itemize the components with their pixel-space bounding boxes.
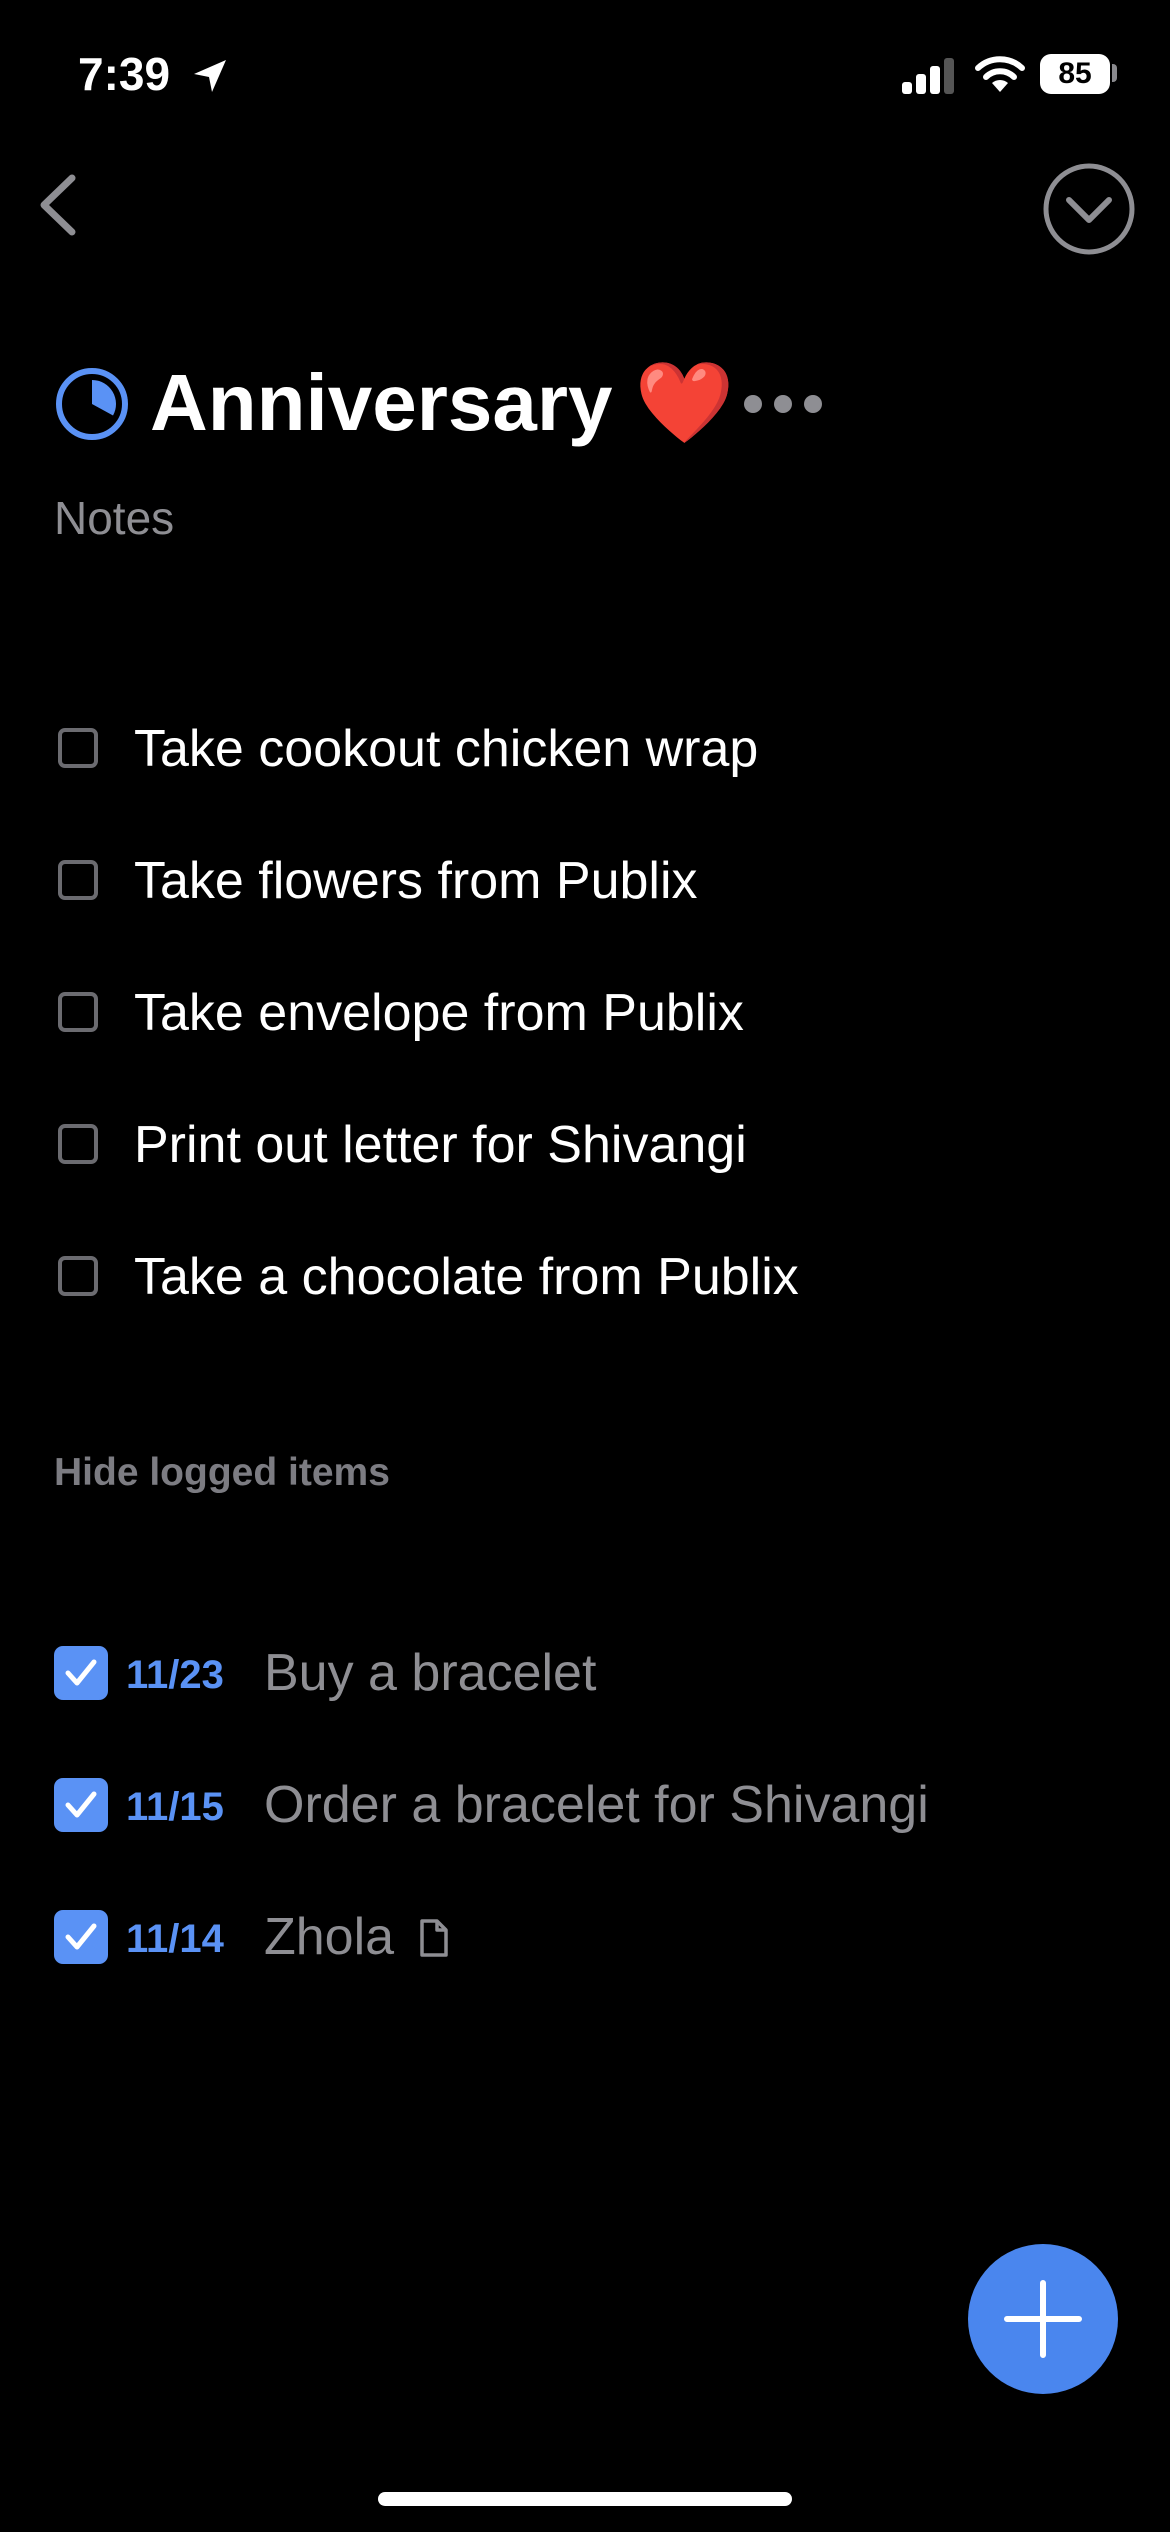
checkbox[interactable] bbox=[58, 860, 98, 900]
note-icon bbox=[420, 1919, 448, 1957]
todo-item[interactable]: Print out letter for Shivangi bbox=[54, 1100, 1114, 1190]
checkbox[interactable] bbox=[58, 728, 98, 768]
todo-label: Print out letter for Shivangi bbox=[134, 1116, 747, 1174]
checkmark-icon bbox=[65, 1923, 97, 1950]
checkbox[interactable] bbox=[58, 992, 98, 1032]
back-button[interactable] bbox=[34, 170, 84, 240]
location-arrow-icon bbox=[194, 60, 226, 92]
checkbox[interactable] bbox=[58, 1124, 98, 1164]
cellular-signal-icon bbox=[902, 58, 954, 94]
todo-item[interactable]: Take a chocolate from Publix bbox=[54, 1232, 1114, 1322]
home-indicator bbox=[378, 2492, 792, 2506]
todo-label: Take cookout chicken wrap bbox=[134, 720, 759, 778]
project-title[interactable]: Anniversary ❤️ bbox=[150, 358, 734, 448]
logged-label: Buy a bracelet bbox=[264, 1644, 597, 1702]
logged-item[interactable]: 11/14 Zhola bbox=[54, 1892, 1114, 1982]
todo-label: Take envelope from Publix bbox=[134, 984, 744, 1042]
completion-date: 11/15 bbox=[126, 1785, 224, 1829]
battery-icon: 85 bbox=[1040, 54, 1110, 94]
completion-date: 11/14 bbox=[126, 1917, 224, 1961]
checked-checkbox[interactable] bbox=[54, 1910, 108, 1964]
checked-checkbox[interactable] bbox=[54, 1778, 108, 1832]
logged-label: Zhola bbox=[264, 1908, 395, 1966]
logged-item[interactable]: 11/15 Order a bracelet for Shivangi bbox=[54, 1760, 1114, 1850]
notes-field[interactable]: Notes bbox=[54, 490, 174, 546]
checkmark-icon bbox=[65, 1791, 97, 1818]
chevron-down-circle-icon[interactable] bbox=[1042, 162, 1136, 256]
wifi-icon bbox=[975, 56, 1025, 92]
plus-icon bbox=[1004, 2280, 1082, 2358]
hide-logged-items-button[interactable]: Hide logged items bbox=[54, 1448, 390, 1498]
battery-tip bbox=[1112, 64, 1117, 82]
todo-item[interactable]: Take cookout chicken wrap bbox=[54, 704, 1114, 794]
completion-date: 11/23 bbox=[126, 1653, 224, 1697]
checked-checkbox[interactable] bbox=[54, 1646, 108, 1700]
checkbox[interactable] bbox=[58, 1256, 98, 1296]
checkmark-icon bbox=[65, 1659, 97, 1686]
todo-item[interactable]: Take envelope from Publix bbox=[54, 968, 1114, 1058]
todo-item[interactable]: Take flowers from Publix bbox=[54, 836, 1114, 926]
status-time: 7:39 bbox=[78, 48, 171, 100]
todo-label: Take flowers from Publix bbox=[134, 852, 698, 910]
logged-label: Order a bracelet for Shivangi bbox=[264, 1776, 929, 1834]
logged-item[interactable]: 11/23 Buy a bracelet bbox=[54, 1628, 1114, 1718]
pie-progress-icon bbox=[56, 368, 128, 440]
todo-label: Take a chocolate from Publix bbox=[134, 1248, 799, 1306]
ellipsis-icon[interactable] bbox=[740, 386, 826, 422]
add-item-button[interactable] bbox=[968, 2244, 1118, 2394]
